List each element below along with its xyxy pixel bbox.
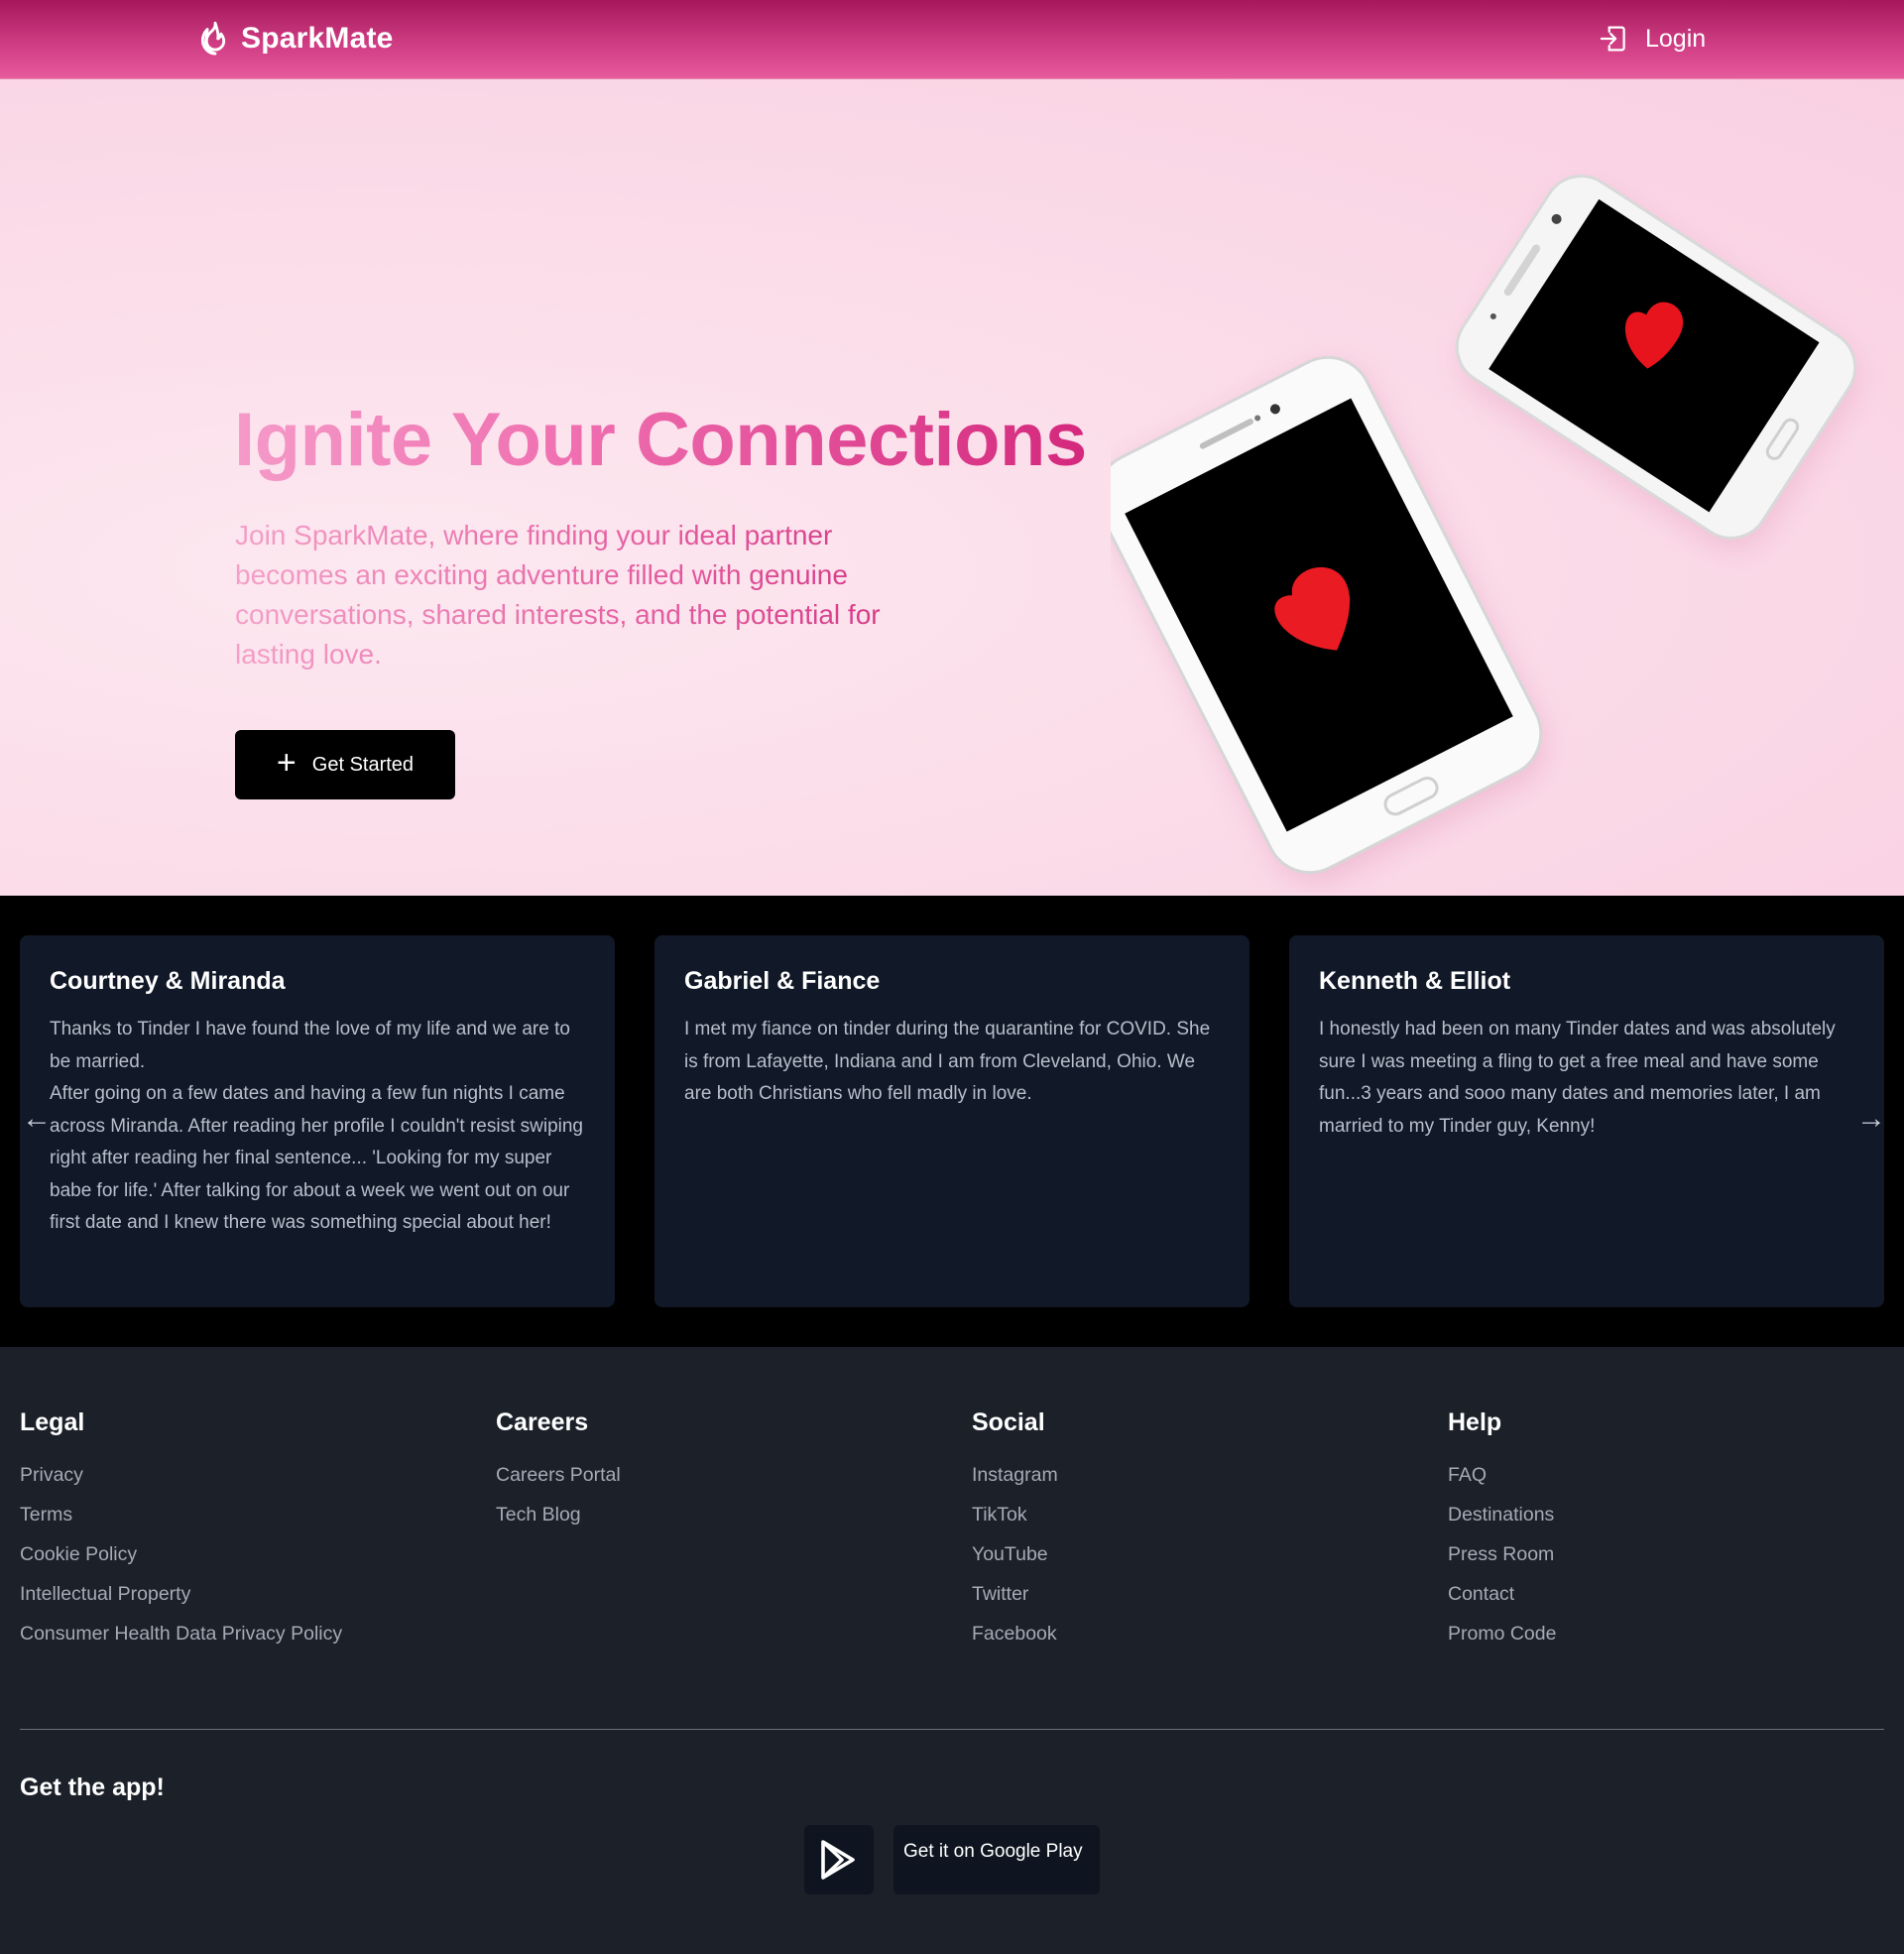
brand-name: SparkMate xyxy=(241,22,394,55)
get-started-button[interactable]: + Get Started xyxy=(235,730,455,799)
hero-subtitle: Join SparkMate, where finding your ideal… xyxy=(235,516,949,674)
brand-logo[interactable]: SparkMate xyxy=(196,20,394,58)
footer-link-contact[interactable]: Contact xyxy=(1448,1574,1556,1614)
testimonial-text: I met my fiance on tinder during the qua… xyxy=(684,1019,1211,1104)
hero-section: Ignite Your Connections Join SparkMate, … xyxy=(0,79,1904,896)
footer-link-intellectual-property[interactable]: Intellectual Property xyxy=(20,1574,342,1614)
footer-link-privacy[interactable]: Privacy xyxy=(20,1455,342,1495)
testimonial-text: Thanks to Tinder I have found the love o… xyxy=(50,1019,583,1233)
footer-divider xyxy=(20,1729,1884,1730)
footer-column-title: Social xyxy=(972,1408,1045,1436)
footer: Legal Privacy Terms Cookie Policy Intell… xyxy=(0,1347,1904,1954)
top-navbar: SparkMate Login xyxy=(0,0,1904,79)
testimonial-card: Kenneth & Elliot I honestly had been on … xyxy=(1289,935,1884,1307)
footer-link-press-room[interactable]: Press Room xyxy=(1448,1534,1556,1574)
footer-link-tiktok[interactable]: TikTok xyxy=(972,1495,1058,1534)
carousel-prev-arrow-icon[interactable]: ← xyxy=(22,1104,52,1134)
footer-column-help: Help FAQ Destinations Press Room Contact… xyxy=(1448,1408,1556,1653)
login-button[interactable]: Login xyxy=(1597,22,1706,56)
footer-link-promo-code[interactable]: Promo Code xyxy=(1448,1614,1556,1653)
testimonial-name: Courtney & Miranda xyxy=(50,967,286,995)
get-app-heading: Get the app! xyxy=(20,1773,165,1801)
get-started-label: Get Started xyxy=(311,753,415,776)
flame-icon xyxy=(200,21,226,56)
hero-title: Ignite Your Connections xyxy=(234,398,1087,482)
footer-column-careers: Careers Careers Portal Tech Blog xyxy=(496,1408,621,1534)
testimonials-carousel: Courtney & Miranda Thanks to Tinder I ha… xyxy=(0,896,1904,1347)
google-play-icon-button[interactable] xyxy=(804,1825,874,1894)
footer-link-facebook[interactable]: Facebook xyxy=(972,1614,1058,1653)
footer-column-social: Social Instagram TikTok YouTube Twitter … xyxy=(972,1408,1058,1653)
footer-link-youtube[interactable]: YouTube xyxy=(972,1534,1058,1574)
footer-link-instagram[interactable]: Instagram xyxy=(972,1455,1058,1495)
footer-link-tech-blog[interactable]: Tech Blog xyxy=(496,1495,621,1534)
footer-column-legal: Legal Privacy Terms Cookie Policy Intell… xyxy=(20,1408,342,1653)
footer-link-twitter[interactable]: Twitter xyxy=(972,1574,1058,1614)
google-play-icon xyxy=(821,1840,855,1880)
testimonial-text: I honestly had been on many Tinder dates… xyxy=(1319,1019,1836,1137)
testimonial-card: Gabriel & Fiance I met my fiance on tind… xyxy=(654,935,1250,1307)
phones-with-hearts-image xyxy=(1111,175,1860,884)
google-play-button[interactable]: Get it on Google Play xyxy=(893,1825,1100,1894)
testimonial-name: Kenneth & Elliot xyxy=(1319,967,1511,995)
login-label: Login xyxy=(1645,24,1707,53)
footer-link-careers-portal[interactable]: Careers Portal xyxy=(496,1455,621,1495)
footer-link-terms[interactable]: Terms xyxy=(20,1495,342,1534)
testimonial-name: Gabriel & Fiance xyxy=(684,967,881,995)
login-icon xyxy=(1600,26,1625,52)
plus-icon: + xyxy=(276,744,297,782)
footer-column-title: Help xyxy=(1448,1408,1502,1436)
footer-column-title: Careers xyxy=(496,1408,589,1436)
footer-link-cookie-policy[interactable]: Cookie Policy xyxy=(20,1534,342,1574)
footer-link-destinations[interactable]: Destinations xyxy=(1448,1495,1556,1534)
footer-link-health-data-privacy[interactable]: Consumer Health Data Privacy Policy xyxy=(20,1614,342,1653)
carousel-next-arrow-icon[interactable]: → xyxy=(1856,1104,1886,1134)
testimonial-card: Courtney & Miranda Thanks to Tinder I ha… xyxy=(20,935,615,1307)
footer-column-title: Legal xyxy=(20,1408,85,1436)
footer-link-faq[interactable]: FAQ xyxy=(1448,1455,1556,1495)
